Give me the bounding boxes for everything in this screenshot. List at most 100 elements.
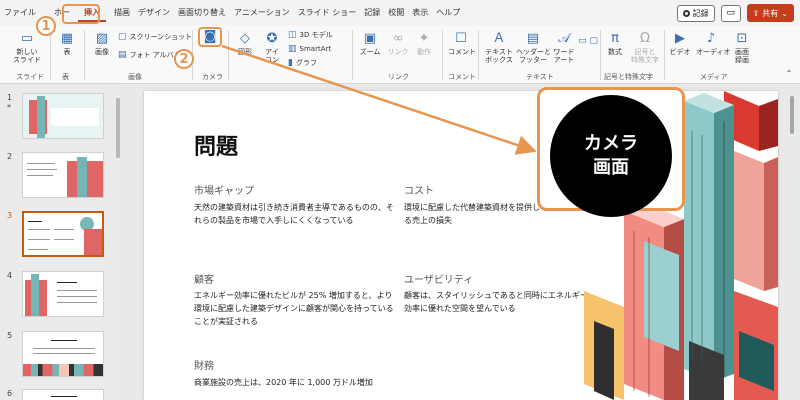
tab-view[interactable]: 表示	[408, 0, 432, 26]
thumb-line	[57, 302, 97, 303]
text-more-icon: ▭ ▢	[578, 36, 598, 46]
symbol-label: 記号と 特殊文字	[631, 48, 659, 64]
comment-button[interactable]: ☐ コメント	[448, 32, 476, 57]
thumb-graphic	[84, 229, 102, 255]
link-label: リンク	[387, 48, 409, 56]
section-heading[interactable]: 市場ギャップ	[194, 182, 254, 197]
zoom-button[interactable]: ▣ ズーム	[358, 32, 382, 57]
section-heading[interactable]: 顧客	[194, 271, 214, 286]
smartart-button[interactable]: ▥ SmartArt	[288, 44, 331, 54]
cube-icon: ◫	[288, 30, 297, 40]
slide-title[interactable]: 問題	[194, 129, 238, 161]
tab-draw[interactable]: 描画	[110, 0, 134, 26]
header-footer-button[interactable]: ▤ ヘッダーと フッター	[516, 31, 551, 65]
screen-recording-button[interactable]: ⊡ 画面 録画	[730, 31, 754, 65]
section-body[interactable]: エネルギー効率に優れたビルが 25% 増加すると、より環境に配慮した建築デザイン…	[194, 289, 394, 328]
new-slide-button[interactable]: ▭ 新しい スライド	[10, 32, 44, 65]
video-label: ビデオ	[669, 48, 691, 56]
comments-button[interactable]: ▭	[720, 4, 741, 22]
tab-record[interactable]: 記録	[360, 0, 384, 26]
screenshot-button[interactable]: ▢ スクリーンショット	[118, 32, 192, 42]
header-footer-icon: ▤	[526, 31, 540, 46]
tab-transitions[interactable]: 画面切り替え	[174, 0, 230, 26]
group-label-media: メディア	[700, 73, 728, 81]
icons-label: アイ コン	[265, 48, 279, 64]
new-slide-label: 新しい スライド	[13, 48, 41, 64]
icons-button[interactable]: ✪ アイ コン	[262, 32, 282, 65]
table-icon: ▦	[60, 31, 74, 46]
record-button[interactable]: 記録	[676, 4, 715, 22]
images-button[interactable]: ▨ 画像	[90, 32, 114, 57]
thumb-number: 6	[7, 389, 13, 398]
slide-thumbnail-4[interactable]	[22, 271, 104, 317]
section-body[interactable]: 顧客は、スタイリッシュであると同時にエネルギー効率に優れた空間を望んでいる	[404, 289, 590, 315]
illustration-shape	[759, 99, 778, 151]
record-label: 記録	[692, 8, 709, 18]
section-heading[interactable]: ユーザビリティ	[404, 271, 473, 286]
table-button[interactable]: ▦ 表	[56, 31, 78, 57]
scrollbar-thumb[interactable]	[790, 96, 794, 134]
tab-slideshow[interactable]: スライド ショー	[294, 0, 361, 26]
tab-animations[interactable]: アニメーション	[230, 0, 294, 26]
audio-button[interactable]: ♪ オーディオ	[696, 32, 731, 57]
thumbnails-scrollbar[interactable]	[116, 90, 122, 390]
thumb-line	[54, 239, 74, 240]
thumb-line	[33, 353, 95, 354]
textbox-button[interactable]: Ａ テキスト ボックス	[484, 31, 514, 65]
powerpoint-window: ファイル ホー 挿入 描画 デザイン 画面切り替え アニメーション スライド シ…	[0, 0, 800, 400]
slide-thumbnail-1[interactable]	[22, 93, 104, 139]
section-heading[interactable]: 財務	[194, 357, 214, 372]
screen-recording-icon: ⊡	[736, 31, 748, 46]
illustration-shape	[684, 101, 714, 381]
thumb-number: 5	[7, 331, 13, 340]
record-icon	[682, 9, 690, 17]
insert-tab-highlight	[62, 4, 100, 24]
textbox-icon: Ａ	[492, 31, 506, 46]
group-label-images: 画像	[128, 73, 142, 81]
slide-scrollbar[interactable]	[788, 90, 796, 400]
slide-thumbnails-pane: 1 * 2 3 4 5 6	[0, 85, 118, 400]
slide-thumbnail-2[interactable]	[22, 152, 104, 198]
chart-button[interactable]: ▮ グラフ	[288, 58, 317, 68]
ribbon-separator	[84, 30, 85, 80]
symbol-button[interactable]: Ω 記号と 特殊文字	[630, 32, 660, 65]
share-label: 共有	[762, 8, 779, 18]
thumb-graphic	[77, 157, 87, 197]
scrollbar-thumb[interactable]	[116, 98, 120, 158]
share-button[interactable]: ⇪ 共有 ⌄	[746, 4, 794, 22]
thumb-line	[57, 282, 77, 283]
ribbon-separator	[478, 30, 479, 80]
section-body[interactable]: 天然の建築資材は引き続き消費者主導であるものの、それらの製品を市場で入手しにくく…	[194, 201, 394, 227]
thumb-number: 1	[7, 93, 13, 102]
equation-button[interactable]: π 数式	[604, 32, 626, 57]
thumb-number: 3	[7, 211, 13, 220]
slide-thumbnail-5[interactable]	[22, 331, 104, 377]
action-button[interactable]: ✦ 動作	[413, 32, 435, 57]
chevron-up-icon: ⌃	[785, 69, 793, 78]
slide-thumbnail-6[interactable]	[22, 389, 104, 400]
thumb-number: 2	[7, 152, 13, 161]
screen-recording-label: 画面 録画	[735, 48, 749, 64]
text-more-button[interactable]: ▭ ▢	[578, 34, 598, 50]
tab-help[interactable]: ヘルプ	[432, 0, 464, 26]
slide-thumbnail-3[interactable]	[22, 211, 104, 257]
thumb-line	[54, 229, 74, 230]
tab-file[interactable]: ファイル	[0, 0, 40, 26]
link-button[interactable]: ∞ リンク	[386, 32, 410, 57]
thumb-line	[28, 229, 50, 230]
ribbon-separator	[50, 30, 51, 80]
tab-design[interactable]: デザイン	[134, 0, 174, 26]
shapes-button[interactable]: ◇ 図形	[234, 32, 256, 57]
video-button[interactable]: ▶ ビデオ	[668, 32, 692, 57]
3d-models-button[interactable]: ◫ 3D モデル	[288, 30, 333, 40]
wordart-button[interactable]: 𝒜 ワード アート	[552, 32, 576, 65]
collapse-ribbon-button[interactable]: ⌃	[784, 70, 794, 78]
camera-callout: カメラ 画面	[550, 95, 672, 217]
section-body[interactable]: 商業施設の売上は、2020 年に 1,000 万ドル増加	[194, 376, 394, 389]
photo-album-button[interactable]: ▤ フォト アルバム	[118, 50, 181, 60]
section-heading[interactable]: コスト	[404, 182, 434, 197]
ribbon-separator	[600, 30, 601, 80]
thumb-graphic	[31, 274, 39, 316]
tab-review[interactable]: 校閲	[384, 0, 408, 26]
thumb-line	[51, 396, 77, 397]
